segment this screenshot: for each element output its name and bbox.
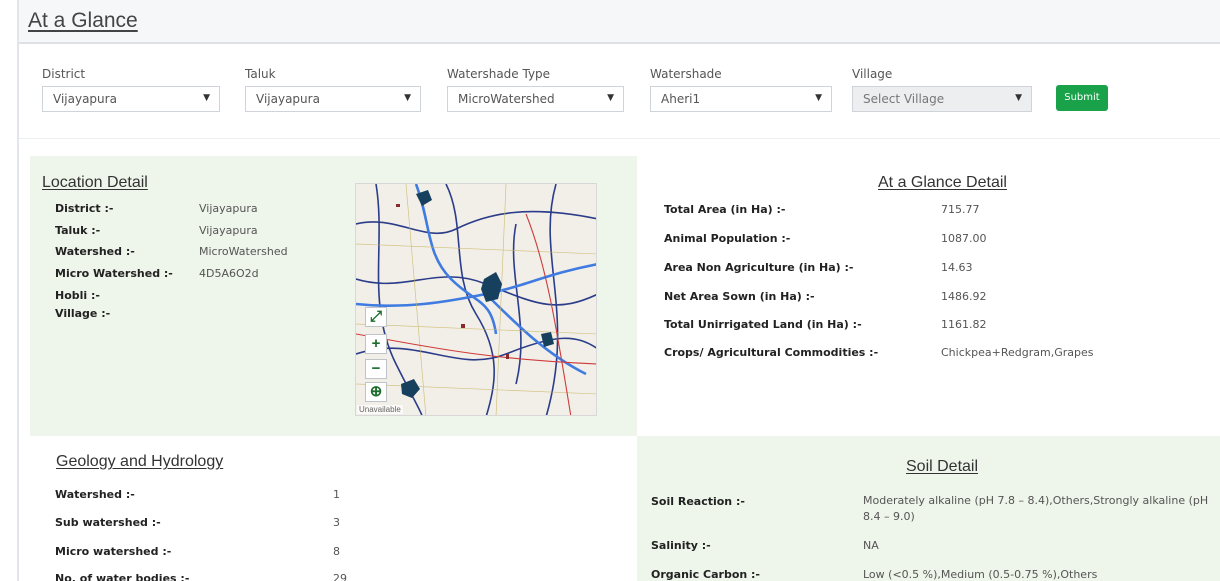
glance-value-net-area-sown: 1486.92	[941, 290, 987, 303]
village-select-value: Select Village	[863, 92, 945, 106]
soil-value-salinity: NA	[863, 539, 879, 552]
glance-value-animal-population: 1087.00	[941, 232, 987, 245]
location-key-micro-watershed: Micro Watershed :-	[55, 267, 173, 280]
location-value-district: Vijayapura	[199, 202, 258, 215]
taluk-label: Taluk	[245, 67, 276, 81]
geology-key-water-bodies: No. of water bodies :-	[55, 572, 190, 581]
soil-value-reaction-line2: 8.4 – 9.0)	[863, 510, 915, 523]
geology-value-micro-watershed: 8	[333, 545, 340, 558]
glance-key-unirrigated-land: Total Unirrigated Land (in Ha) :-	[664, 318, 862, 331]
glance-value-crops: Chickpea+Redgram,Grapes	[941, 346, 1094, 359]
geology-key-micro-watershed: Micro watershed :-	[55, 545, 172, 558]
taluk-select[interactable]: Vijayapura ▼	[245, 86, 421, 112]
watershade-select[interactable]: Aheri1 ▼	[650, 86, 832, 112]
soil-value-reaction-line1: Moderately alkaline (pH 7.8 – 8.4),Other…	[863, 494, 1209, 507]
watershade-type-label: Watershade Type	[447, 67, 551, 81]
glance-key-net-area-sown: Net Area Sown (in Ha) :-	[664, 290, 815, 303]
location-detail-title: Location Detail	[42, 174, 148, 191]
district-select-value: Vijayapura	[53, 92, 117, 106]
glance-detail-title: At a Glance Detail	[878, 174, 1007, 191]
soil-key-reaction: Soil Reaction :-	[651, 495, 745, 508]
location-key-watershed: Watershed :-	[55, 245, 135, 258]
watershade-type-select-value: MicroWatershed	[458, 92, 555, 106]
geology-value-water-bodies: 29	[333, 572, 347, 581]
zoom-extent-icon: ⊕	[369, 383, 383, 400]
village-label: Village	[852, 67, 893, 81]
glance-value-area-non-agriculture: 14.63	[941, 261, 973, 274]
watershade-label: Watershade	[650, 67, 722, 81]
chevron-down-icon: ▼	[607, 93, 614, 103]
map-zoom-extent-button[interactable]: ⊕	[365, 382, 387, 402]
page-title: At a Glance	[28, 9, 138, 32]
soil-key-salinity: Salinity :-	[651, 539, 711, 552]
chevron-down-icon: ▼	[1015, 93, 1022, 103]
geology-value-sub-watershed: 3	[333, 516, 340, 529]
district-label: District	[42, 67, 86, 81]
geology-key-sub-watershed: Sub watershed :-	[55, 516, 161, 529]
watershed-map[interactable]	[355, 183, 597, 416]
location-key-village: Village :-	[55, 307, 111, 320]
soil-value-organic-carbon: Low (<0.5 %),Medium (0.5-0.75 %),Others	[863, 568, 1098, 581]
chevron-down-icon: ▼	[815, 93, 822, 103]
page-header	[19, 0, 1220, 44]
expand-icon: ⤢	[369, 308, 382, 325]
geology-key-watershed: Watershed :-	[55, 488, 135, 501]
glance-value-total-area: 715.77	[941, 203, 980, 216]
district-select[interactable]: Vijayapura ▼	[42, 86, 220, 112]
glance-key-total-area: Total Area (in Ha) :-	[664, 203, 786, 216]
location-value-watershed: MicroWatershed	[199, 245, 288, 258]
map-canvas	[356, 184, 596, 415]
watershade-type-select[interactable]: MicroWatershed ▼	[447, 86, 624, 112]
chevron-down-icon: ▼	[404, 93, 411, 103]
location-value-taluk: Vijayapura	[199, 224, 258, 237]
divider	[19, 138, 1220, 139]
village-select[interactable]: Select Village ▼	[852, 86, 1032, 112]
glance-key-animal-population: Animal Population :-	[664, 232, 791, 245]
soil-detail-title: Soil Detail	[906, 458, 979, 475]
glance-key-area-non-agriculture: Area Non Agriculture (in Ha) :-	[664, 261, 854, 274]
map-attribution: Unavailable	[357, 405, 403, 414]
map-zoom-out-button[interactable]: −	[365, 359, 387, 379]
map-zoom-in-button[interactable]: +	[365, 334, 387, 354]
minus-icon: −	[371, 360, 381, 377]
glance-value-unirrigated-land: 1161.82	[941, 318, 987, 331]
geology-value-watershed: 1	[333, 488, 340, 501]
watershade-select-value: Aheri1	[661, 92, 701, 106]
location-value-micro-watershed: 4D5A6O2d	[199, 267, 259, 280]
taluk-select-value: Vijayapura	[256, 92, 320, 106]
location-key-district: District :-	[55, 202, 114, 215]
location-key-taluk: Taluk :-	[55, 224, 101, 237]
submit-button[interactable]: Submit	[1056, 85, 1108, 111]
location-key-hobli: Hobli :-	[55, 289, 100, 302]
chevron-down-icon: ▼	[203, 93, 210, 103]
plus-icon: +	[371, 335, 381, 352]
soil-key-organic-carbon: Organic Carbon :-	[651, 568, 761, 581]
geology-title: Geology and Hydrology	[56, 453, 224, 470]
left-border	[17, 0, 19, 581]
map-fullscreen-button[interactable]: ⤢	[365, 307, 387, 327]
glance-key-crops: Crops/ Agricultural Commodities :-	[664, 346, 879, 359]
